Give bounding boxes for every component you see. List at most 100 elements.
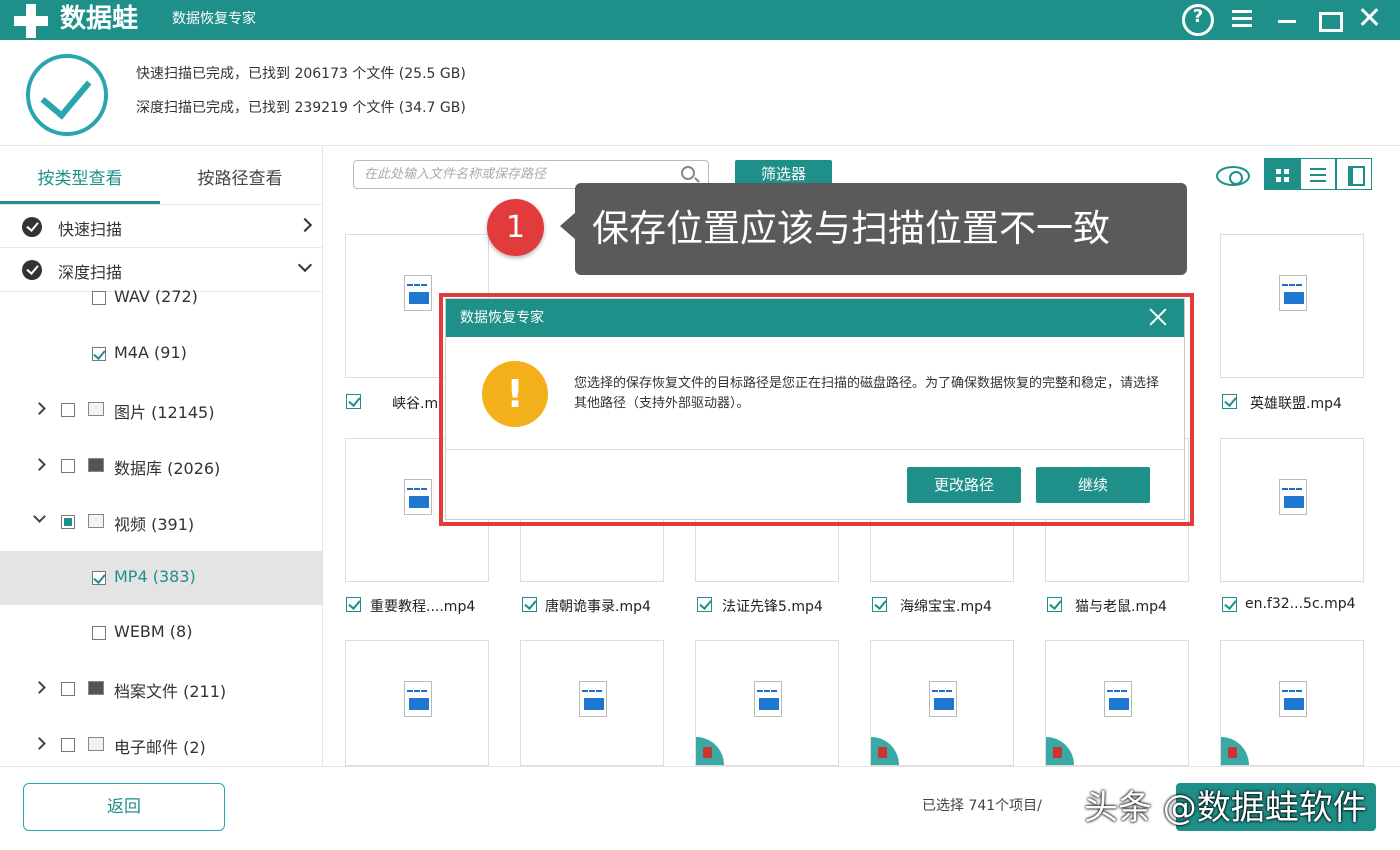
maximize-icon[interactable] [1317, 4, 1347, 34]
tree-item-label: MP4 (383) [114, 567, 196, 586]
checkbox[interactable] [61, 515, 75, 529]
tree-item-archives[interactable]: 档案文件 (211) [0, 665, 322, 713]
file-name: 唐朝诡事录.mp4 [545, 599, 651, 615]
chevron-down-icon[interactable] [33, 510, 46, 523]
logo-cross-icon [14, 4, 48, 38]
eye-icon[interactable] [1216, 166, 1250, 186]
tree-item-database[interactable]: 数据库 (2026) [0, 442, 322, 490]
checkbox[interactable] [61, 403, 75, 417]
file-checkbox[interactable] [346, 394, 361, 409]
deleted-file-icon [1221, 737, 1249, 765]
file-checkbox[interactable] [1047, 597, 1062, 612]
checkbox[interactable] [92, 571, 106, 585]
warning-icon: ! [482, 361, 548, 427]
file-name: 海绵宝宝.mp4 [900, 599, 992, 615]
tree-item-webm[interactable]: WEBM (8) [0, 609, 322, 657]
video-file-icon [404, 275, 432, 311]
sidebar: 按类型查看 按路径查看 快速扫描 深度扫描 WAV (272) M4A (91)… [0, 146, 323, 766]
file-thumbnail[interactable] [1220, 640, 1364, 766]
step-number-badge: 1 [487, 199, 544, 256]
chevron-right-icon [297, 217, 313, 233]
file-name: 法证先锋5.mp4 [722, 599, 823, 615]
back-button[interactable]: 返回 [23, 783, 225, 831]
archive-icon [88, 681, 104, 695]
scan-row-quick[interactable]: 快速扫描 [0, 204, 322, 248]
file-thumbnail[interactable] [870, 640, 1014, 766]
video-file-icon [1279, 681, 1307, 717]
file-checkbox[interactable] [872, 597, 887, 612]
detail-view-icon[interactable] [1336, 158, 1372, 190]
app-subtitle: 数据恢复专家 [172, 11, 256, 27]
deep-scan-summary: 深度扫描已完成，已找到 239219 个文件 (34.7 GB) [136, 100, 466, 116]
tree-item-wav[interactable]: WAV (272) [0, 274, 322, 322]
grid-view-icon[interactable] [1264, 158, 1300, 190]
help-icon[interactable] [1182, 4, 1214, 36]
video-file-icon [929, 681, 957, 717]
selection-info: 已选择 741个项目/ [922, 798, 1042, 814]
tree-item-m4a[interactable]: M4A (91) [0, 330, 322, 378]
scan-summary: 快速扫描已完成，已找到 206173 个文件 (25.5 GB) 深度扫描已完成… [0, 40, 1400, 146]
menu-icon[interactable] [1230, 4, 1260, 34]
continue-button[interactable]: 继续 [1036, 467, 1150, 503]
minimize-icon[interactable] [1276, 4, 1306, 34]
database-icon [88, 458, 104, 472]
chevron-right-icon[interactable] [33, 458, 46, 471]
file-name: 重要教程....mp4 [370, 599, 476, 615]
file-name: 猫与老鼠.mp4 [1075, 599, 1167, 615]
video-file-icon [579, 681, 607, 717]
file-checkbox[interactable] [522, 597, 537, 612]
chevron-right-icon[interactable] [33, 402, 46, 415]
file-checkbox[interactable] [697, 597, 712, 612]
tree-item-email[interactable]: 电子邮件 (2) [0, 721, 322, 769]
tree-item-mp4[interactable]: MP4 (383) [0, 551, 322, 605]
tree-item-video[interactable]: 视频 (391) [0, 498, 322, 546]
tree-item-images[interactable]: 图片 (12145) [0, 386, 322, 434]
checkbox[interactable] [61, 738, 75, 752]
file-thumbnail[interactable] [520, 640, 664, 766]
quick-scan-summary: 快速扫描已完成，已找到 206173 个文件 (25.5 GB) [136, 66, 466, 82]
video-file-icon [404, 681, 432, 717]
tab-by-type[interactable]: 按类型查看 [0, 146, 160, 204]
file-thumbnail[interactable] [1045, 640, 1189, 766]
tree-item-label: 档案文件 (211) [114, 682, 227, 701]
video-file-icon [404, 479, 432, 515]
close-icon[interactable] [1146, 305, 1170, 329]
dialog-message: 您选择的保存恢复文件的目标路径是您正在扫描的磁盘路径。为了确保数据恢复的完整和稳… [574, 376, 1160, 411]
callout-text: 保存位置应该与扫描位置不一致 [575, 183, 1187, 275]
chevron-right-icon[interactable] [33, 737, 46, 750]
scan-row-label: 快速扫描 [58, 220, 123, 239]
file-checkbox[interactable] [1222, 394, 1237, 409]
checkbox[interactable] [61, 459, 75, 473]
list-view-icon[interactable] [1300, 158, 1336, 190]
video-file-icon [1104, 681, 1132, 717]
dialog-title: 数据恢复专家 [446, 299, 1184, 337]
change-path-button[interactable]: 更改路径 [907, 467, 1021, 503]
tree-item-label: 视频 (391) [114, 515, 195, 534]
app-name: 数据蛙 [60, 4, 139, 34]
file-thumbnail[interactable] [1220, 438, 1364, 582]
scan-complete-icon [26, 54, 108, 136]
checkbox[interactable] [92, 291, 106, 305]
checkbox[interactable] [92, 626, 106, 640]
tree-item-label: 图片 (12145) [114, 403, 215, 422]
chevron-down-icon [297, 257, 313, 273]
file-thumbnail[interactable] [1220, 234, 1364, 378]
checkbox[interactable] [61, 682, 75, 696]
deleted-file-icon [871, 737, 899, 765]
file-checkbox[interactable] [346, 597, 361, 612]
video-file-icon [1279, 275, 1307, 311]
checkbox[interactable] [92, 347, 106, 361]
tree-item-label: 数据库 (2026) [114, 459, 221, 478]
tab-by-path[interactable]: 按路径查看 [160, 146, 320, 204]
file-thumbnail[interactable] [695, 640, 839, 766]
title-bar: 数据蛙 数据恢复专家 [0, 0, 1400, 40]
close-window-icon[interactable] [1358, 4, 1388, 34]
divider [446, 449, 1184, 450]
file-thumbnail[interactable] [345, 640, 489, 766]
file-checkbox[interactable] [1222, 597, 1237, 612]
chevron-right-icon[interactable] [33, 681, 46, 694]
search-icon[interactable] [681, 166, 695, 180]
callout-tail [560, 212, 576, 240]
file-name: 英雄联盟.mp4 [1250, 396, 1342, 412]
video-file-icon [1279, 479, 1307, 515]
